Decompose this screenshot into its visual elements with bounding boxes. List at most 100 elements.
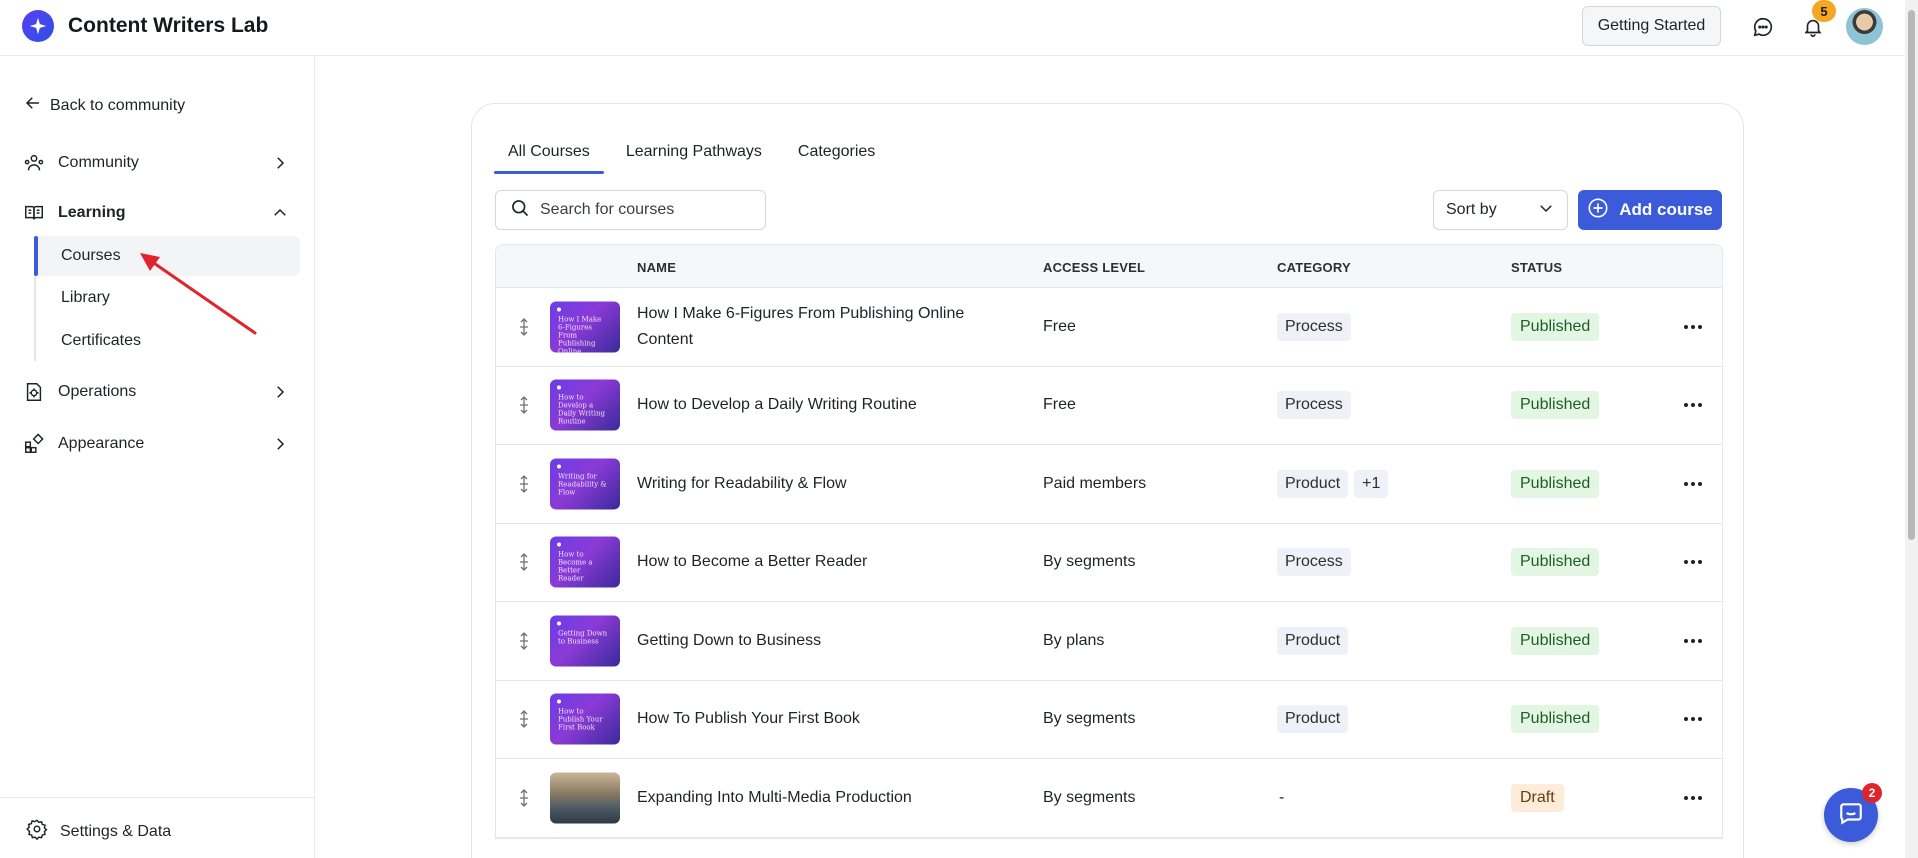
chat-icon[interactable] [1749, 13, 1777, 41]
avatar[interactable] [1846, 8, 1883, 45]
top-bar: Content Writers Lab Getting Started 5 [0, 0, 1905, 56]
course-thumbnail[interactable]: Getting Down to Business [550, 615, 620, 667]
status-cell: Published [1511, 391, 1600, 420]
category-cell: Process [1277, 312, 1351, 341]
column-header-name[interactable]: NAME [637, 260, 676, 275]
drag-handle-icon[interactable] [516, 395, 532, 415]
more-options-icon[interactable] [1679, 470, 1707, 498]
settings-link[interactable]: Settings & Data [26, 818, 171, 845]
table-row[interactable]: How to Develop a Daily Writing Routine Ho… [496, 367, 1722, 445]
status-badge: Published [1511, 626, 1600, 655]
drag-handle-icon[interactable] [516, 631, 532, 651]
course-name[interactable]: How to Become a Better Reader [637, 549, 977, 575]
course-thumbnail[interactable]: How I Make 6-Figures From Publishing Onl… [550, 301, 620, 353]
sidebar-item-label: Learning [58, 204, 126, 221]
table-row[interactable]: How I Make 6-Figures From Publishing Onl… [496, 288, 1722, 367]
app-title: Content Writers Lab [68, 14, 269, 37]
brand[interactable]: Content Writers Lab [22, 10, 268, 42]
access-level: Free [1043, 317, 1076, 335]
status-cell: Published [1511, 312, 1600, 341]
sidebar-subitem-library[interactable]: Library [38, 278, 300, 318]
drag-handle-icon[interactable] [516, 474, 532, 494]
access-level: By segments [1043, 553, 1136, 571]
add-course-label: Add course [1619, 200, 1713, 219]
course-name[interactable]: How to Develop a Daily Writing Routine [637, 392, 977, 418]
course-name[interactable]: Expanding Into Multi-Media Production [637, 785, 977, 811]
sidebar-subitem-certificates[interactable]: Certificates [38, 321, 300, 361]
chat-badge: 2 [1862, 783, 1882, 803]
tab-categories[interactable]: Categories [784, 134, 889, 170]
tab-all-courses[interactable]: All Courses [494, 134, 604, 174]
category-chip: Product [1277, 626, 1349, 655]
sidebar-subitem-courses[interactable]: Courses [38, 236, 300, 276]
thumbnail-text: How to Develop a Daily Writing Routine [558, 393, 605, 426]
table-row[interactable]: How to Become a Better Reader How to Beco… [496, 524, 1722, 602]
column-header-status[interactable]: STATUS [1511, 260, 1562, 275]
status-badge: Published [1511, 469, 1600, 498]
course-thumbnail[interactable]: How to Become a Better Reader [550, 536, 620, 588]
back-to-community-link[interactable]: Back to community [24, 94, 185, 117]
drag-handle-icon[interactable] [516, 552, 532, 572]
search-input[interactable] [540, 201, 750, 219]
drag-handle-icon[interactable] [516, 709, 532, 729]
drag-handle-icon[interactable] [516, 788, 532, 808]
getting-started-button[interactable]: Getting Started [1582, 6, 1721, 46]
more-options-icon[interactable] [1679, 313, 1707, 341]
search-box[interactable] [495, 190, 766, 230]
brand-logo-icon [22, 10, 54, 42]
thumbnail-logo-icon [557, 542, 561, 547]
tab-learning-pathways[interactable]: Learning Pathways [612, 134, 776, 170]
table-row[interactable]: Expanding Into Multi-Media Production By … [496, 759, 1722, 838]
status-badge: Published [1511, 705, 1600, 734]
sidebar-item-operations[interactable]: Operations [22, 377, 292, 407]
column-header-category[interactable]: CATEGORY [1277, 260, 1351, 275]
tab-bar: All Courses Learning Pathways Categories [494, 134, 897, 174]
table-row[interactable]: Writing for Readability & Flow Writing fo… [496, 445, 1722, 524]
sort-by-label: Sort by [1446, 201, 1497, 218]
course-thumbnail[interactable] [550, 772, 620, 824]
category-more-chip[interactable]: +1 [1354, 469, 1389, 498]
add-course-button[interactable]: Add course [1578, 190, 1722, 230]
courses-table: NAME ACCESS LEVEL CATEGORY STATUS How I … [495, 244, 1723, 839]
more-options-icon[interactable] [1679, 548, 1707, 576]
chevron-down-icon [1537, 199, 1555, 222]
sidebar-item-appearance[interactable]: Appearance [22, 429, 292, 459]
gear-icon [26, 818, 48, 845]
column-header-access-level[interactable]: ACCESS LEVEL [1043, 260, 1145, 275]
more-options-icon[interactable] [1679, 784, 1707, 812]
status-cell: Draft [1511, 783, 1564, 812]
status-badge: Published [1511, 548, 1600, 577]
thumbnail-text: How to Publish Your First Book [558, 707, 603, 732]
status-cell: Published [1511, 469, 1600, 498]
thumbnail-logo-icon [557, 385, 561, 390]
courses-card: All Courses Learning Pathways Categories… [471, 103, 1744, 858]
sidebar-item-learning[interactable]: Learning [22, 198, 292, 228]
status-badge: Published [1511, 391, 1600, 420]
status-cell: Published [1511, 626, 1600, 655]
community-icon [22, 151, 46, 175]
course-name[interactable]: Writing for Readability & Flow [637, 471, 977, 497]
active-indicator [34, 236, 38, 276]
table-row[interactable]: How to Publish Your First Book How To Pub… [496, 681, 1722, 759]
course-name[interactable]: Getting Down to Business [637, 628, 977, 654]
course-thumbnail[interactable]: How to Develop a Daily Writing Routine [550, 379, 620, 431]
course-name[interactable]: How I Make 6-Figures From Publishing Onl… [637, 301, 977, 353]
scrollbar-thumb[interactable] [1908, 10, 1915, 540]
scrollbar[interactable] [1905, 0, 1918, 858]
category-chip: Process [1277, 548, 1351, 577]
status-cell: Published [1511, 548, 1600, 577]
course-thumbnail[interactable]: Writing for Readability & Flow [550, 458, 620, 510]
sort-by-select[interactable]: Sort by [1433, 190, 1568, 230]
access-level: Free [1043, 396, 1076, 414]
drag-handle-icon[interactable] [516, 317, 532, 337]
more-options-icon[interactable] [1679, 705, 1707, 733]
sidebar-item-community[interactable]: Community [22, 148, 292, 178]
thumbnail-logo-icon [557, 621, 561, 626]
course-name[interactable]: How To Publish Your First Book [637, 706, 977, 732]
course-thumbnail[interactable]: How to Publish Your First Book [550, 693, 620, 745]
more-options-icon[interactable] [1679, 391, 1707, 419]
table-row[interactable]: Getting Down to Business Getting Down to … [496, 602, 1722, 681]
more-options-icon[interactable] [1679, 627, 1707, 655]
search-icon [510, 198, 530, 223]
table-body: How I Make 6-Figures From Publishing Onl… [496, 288, 1722, 838]
